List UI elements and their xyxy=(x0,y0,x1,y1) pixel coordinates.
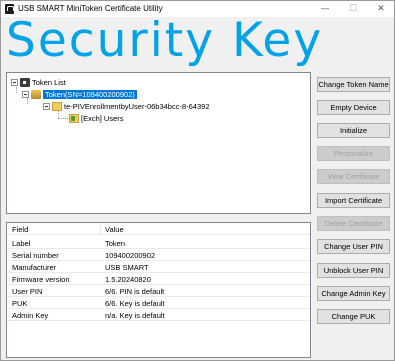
value-cell: 109400200902 xyxy=(105,251,156,260)
field-cell: Admin Key xyxy=(12,311,49,320)
table-row: PUK 6/6. Key is default xyxy=(7,297,310,309)
folder-icon xyxy=(52,102,62,111)
window-title: USB SMART MiniToken Certificate Utility xyxy=(18,4,163,13)
delete-certificate-button[interactable]: Delete Certificate xyxy=(317,216,390,231)
change-puk-button[interactable]: Change PUK xyxy=(317,309,390,324)
collapse-toggle[interactable] xyxy=(11,79,18,86)
value-cell: n/a. Key is default xyxy=(105,311,165,320)
token-tree[interactable]: Token List Token(SN=109400200902) te-PIV… xyxy=(6,72,311,214)
value-cell: Token xyxy=(105,239,126,248)
brand-title: Security Key xyxy=(6,13,324,68)
change-user-pin-button[interactable]: Change User PIN xyxy=(317,239,390,254)
app-window: USB SMART MiniToken Certificate Utility … xyxy=(0,0,395,361)
tree-node-label: Token List xyxy=(32,78,66,87)
value-cell: USB SMART xyxy=(105,263,149,272)
tree-node-container[interactable]: te-PIVEnrollmentbyUser-06b34bcc-8-64392 xyxy=(43,101,210,112)
value-cell: 6/6. Key is default xyxy=(105,299,165,308)
value-cell: 1.5.20240820 xyxy=(105,275,151,284)
table-row: User PIN 6/6. PIN is default xyxy=(7,285,310,297)
field-cell: PUK xyxy=(12,299,28,308)
users-folder-icon xyxy=(69,114,79,123)
tree-node-label: [Exch] Users xyxy=(81,114,124,123)
table-row: Label Token xyxy=(7,237,310,249)
tree-node-token-list[interactable]: Token List xyxy=(11,77,66,88)
empty-device-button[interactable]: Empty Device xyxy=(317,100,390,115)
collapse-toggle[interactable] xyxy=(22,91,29,98)
change-token-name-button[interactable]: Change Token Name xyxy=(317,77,390,92)
field-cell: Serial number xyxy=(12,251,59,260)
details-grid: Field Value Label Token Serial number 10… xyxy=(6,222,311,358)
column-divider xyxy=(100,223,101,234)
collapse-toggle[interactable] xyxy=(43,103,50,110)
grid-header: Field Value xyxy=(7,223,310,235)
personalize-button[interactable]: Personalize xyxy=(317,146,390,161)
field-cell: Firmware version xyxy=(12,275,70,284)
close-button[interactable]: ✕ xyxy=(367,1,395,17)
import-certificate-button[interactable]: Import Certificate xyxy=(317,193,390,208)
tree-line xyxy=(58,118,68,119)
tree-node-users[interactable]: [Exch] Users xyxy=(69,113,124,124)
field-cell: Manufacturer xyxy=(12,263,57,272)
unblock-user-pin-button[interactable]: Unblock User PIN xyxy=(317,263,390,278)
tree-node-label: Token(SN=109400200902) xyxy=(43,90,137,99)
table-row: Serial number 109400200902 xyxy=(7,249,310,261)
view-certificate-button[interactable]: View Certificate xyxy=(317,169,390,184)
maximize-button[interactable]: ☐ xyxy=(339,1,367,17)
value-cell: 6/6. PIN is default xyxy=(105,287,165,296)
table-row: Manufacturer USB SMART xyxy=(7,261,310,273)
table-row: Firmware version 1.5.20240820 xyxy=(7,273,310,285)
field-cell: Label xyxy=(12,239,31,248)
token-icon xyxy=(31,90,41,99)
tree-node-token[interactable]: Token(SN=109400200902) xyxy=(22,89,137,100)
tree-node-label: te-PIVEnrollmentbyUser-06b34bcc-8-64392 xyxy=(64,102,210,111)
value-header: Value xyxy=(105,225,124,234)
field-cell: User PIN xyxy=(12,287,43,296)
table-row: Admin Key n/a. Key is default xyxy=(7,309,310,321)
lock-icon xyxy=(20,78,30,87)
field-header: Field xyxy=(12,225,29,234)
initialize-button[interactable]: Initialize xyxy=(317,123,390,138)
change-admin-key-button[interactable]: Change Admin Key xyxy=(317,286,390,301)
